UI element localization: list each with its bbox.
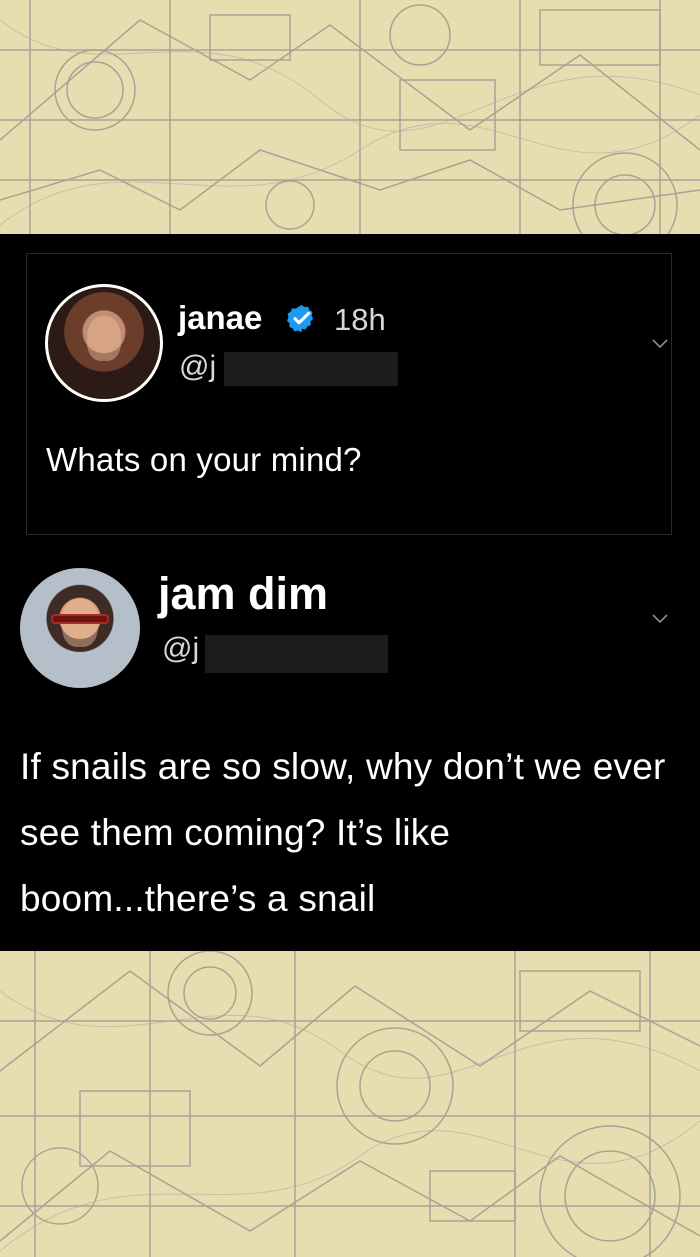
blueprint-background-bottom xyxy=(0,951,700,1257)
quoted-author-handle[interactable]: @j xyxy=(179,350,216,384)
tweet-time: 18h xyxy=(334,302,386,337)
reply-author-name[interactable]: jam dim xyxy=(158,571,328,616)
janae-avatar[interactable] xyxy=(45,284,163,402)
quoted-tweet-text: Whats on your mind? xyxy=(46,441,362,478)
sunglasses-icon xyxy=(51,613,109,625)
blueprint-drawing-icon xyxy=(0,0,700,234)
handle-redaction-bar xyxy=(205,635,388,673)
handle-redaction-bar xyxy=(224,352,398,386)
screenshot-page: janae 18h @j Whats on your mind? jam dim… xyxy=(0,0,700,1257)
chevron-down-icon[interactable] xyxy=(651,334,669,352)
blueprint-background-top xyxy=(0,0,700,234)
quoted-author-name[interactable]: janae xyxy=(178,301,262,334)
reply-author-handle[interactable]: @j xyxy=(162,632,199,666)
reply-tweet-text: If snails are so slow, why don’t we ever… xyxy=(20,746,666,919)
blueprint-drawing-icon xyxy=(0,951,700,1257)
avatar-face-icon xyxy=(87,316,121,361)
jam-dim-avatar[interactable] xyxy=(20,568,140,688)
chevron-down-icon[interactable] xyxy=(651,609,669,627)
verified-check-icon xyxy=(287,304,314,333)
